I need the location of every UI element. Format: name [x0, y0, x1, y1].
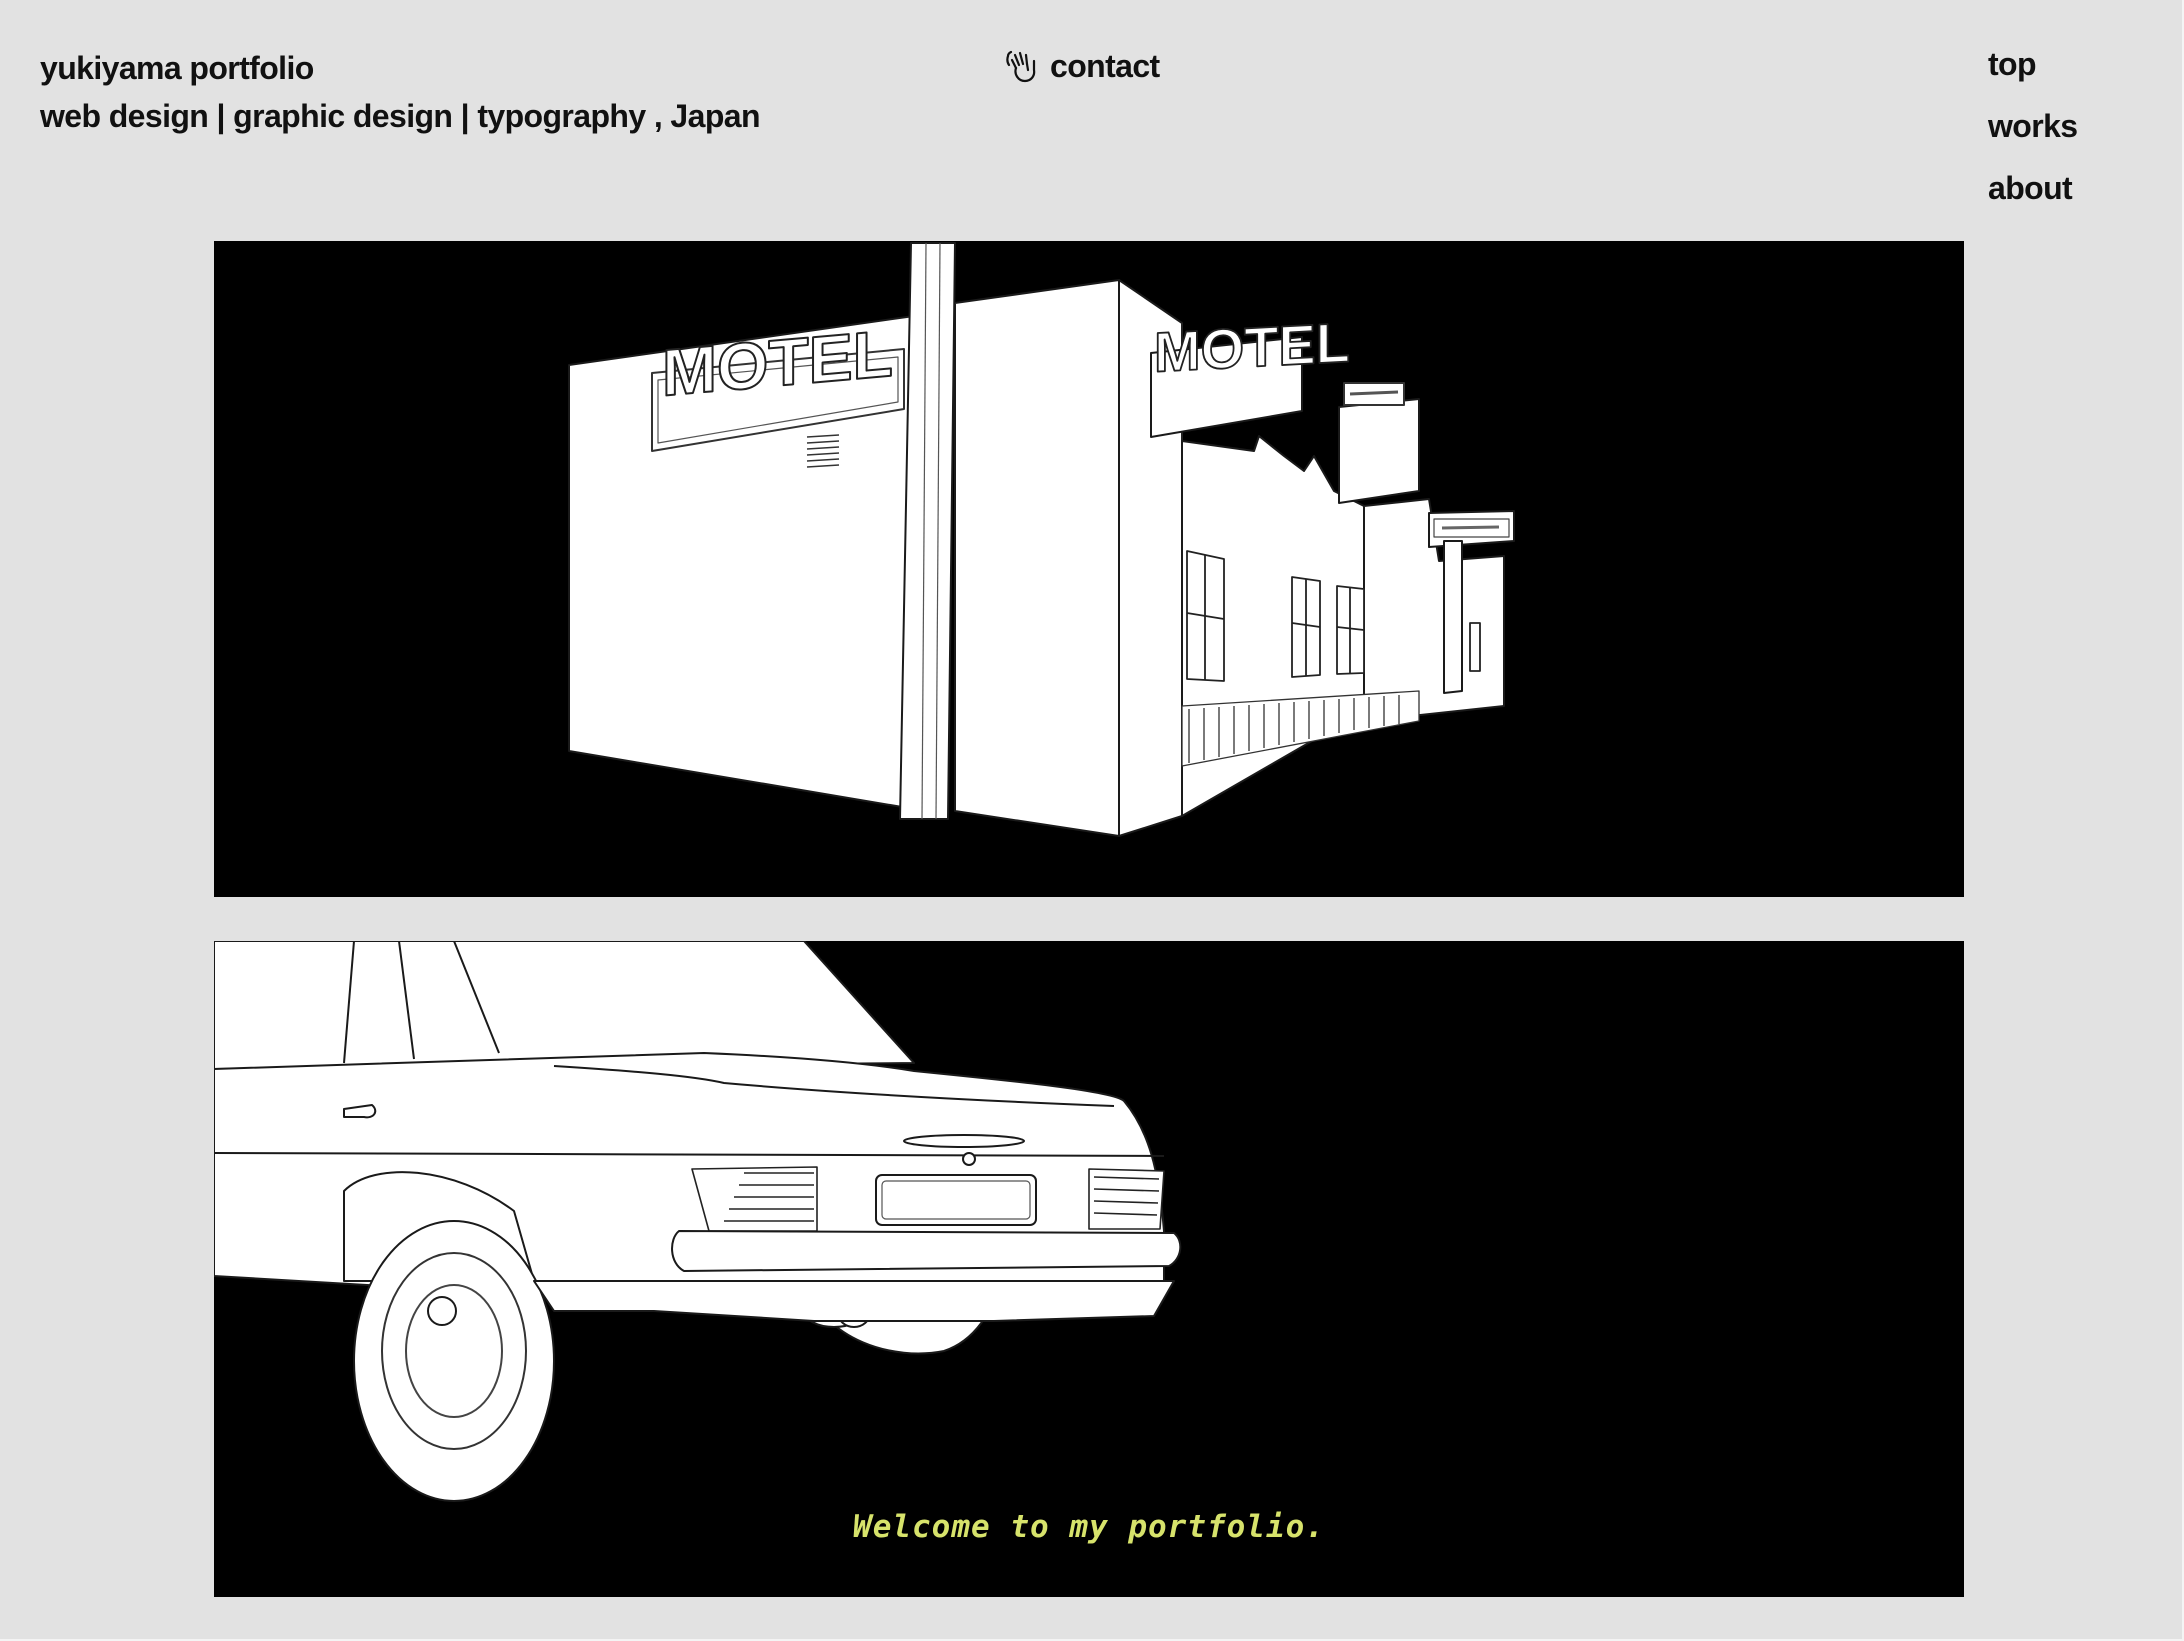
site-title[interactable]: yukiyama portfolio: [40, 44, 314, 92]
hero-caption: Welcome to my portfolio.: [853, 1509, 1325, 1545]
nav-item-top[interactable]: top: [1988, 40, 2078, 88]
waving-hand-icon: [1004, 46, 1044, 86]
car-illustration: [214, 941, 1182, 1502]
car-illustration-panel: Welcome to my portfolio.: [214, 941, 1964, 1597]
nav-item-about[interactable]: about: [1988, 164, 2078, 212]
contact-link[interactable]: contact: [1004, 42, 1160, 90]
main-nav: top works about: [1988, 40, 2078, 212]
motel-illustration: MOTEL MOTEL: [568, 242, 1515, 837]
motel-illustration-panel: MOTEL MOTEL: [214, 241, 1964, 897]
motel-sign-right: MOTEL: [1154, 311, 1350, 384]
contact-label: contact: [1050, 47, 1160, 84]
nav-item-works[interactable]: works: [1988, 102, 2078, 150]
site-tagline: web design | graphic design | typography…: [40, 98, 761, 134]
